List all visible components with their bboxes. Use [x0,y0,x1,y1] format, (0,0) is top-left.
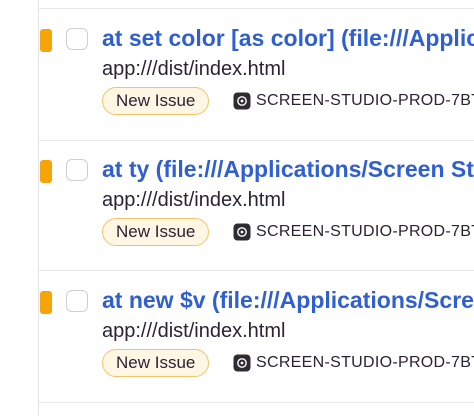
project-platform-icon [233,223,251,241]
project-platform-icon [233,92,251,110]
issue-checkbox[interactable] [66,28,88,50]
issue-culprit: app:///dist/index.html [102,320,286,342]
issue-list: at set color [as color] (file:///Applic a… [0,0,474,416]
issue-title-link[interactable]: at new $v (file:///Applications/Screen S… [102,285,474,315]
new-issue-badge: New Issue [102,87,210,115]
level-indicator [40,291,52,314]
issue-checkbox[interactable] [66,159,88,181]
project-slug[interactable]: SCREEN-STUDIO-PROD-7BT [256,352,474,374]
row-divider [39,402,474,403]
level-indicator [40,160,52,183]
issue-culprit: app:///dist/index.html [102,58,286,80]
project-platform-icon [233,354,251,372]
project-slug[interactable]: SCREEN-STUDIO-PROD-7BT [256,90,474,112]
new-issue-badge: New Issue [102,349,210,377]
level-indicator [40,29,52,52]
issue-culprit: app:///dist/index.html [102,189,286,211]
issue-row[interactable]: at set color [as color] (file:///Applic a… [0,9,474,139]
new-issue-badge: New Issue [102,218,210,246]
issue-row[interactable]: at ty (file:///Applications/Screen Studi… [0,140,474,270]
project-slug[interactable]: SCREEN-STUDIO-PROD-7BT [256,221,474,243]
issue-title-link[interactable]: at ty (file:///Applications/Screen Studi… [102,154,474,184]
issue-row[interactable]: at new $v (file:///Applications/Screen S… [0,271,474,401]
issue-checkbox[interactable] [66,290,88,312]
issue-title-link[interactable]: at set color [as color] (file:///Applica… [102,23,474,53]
